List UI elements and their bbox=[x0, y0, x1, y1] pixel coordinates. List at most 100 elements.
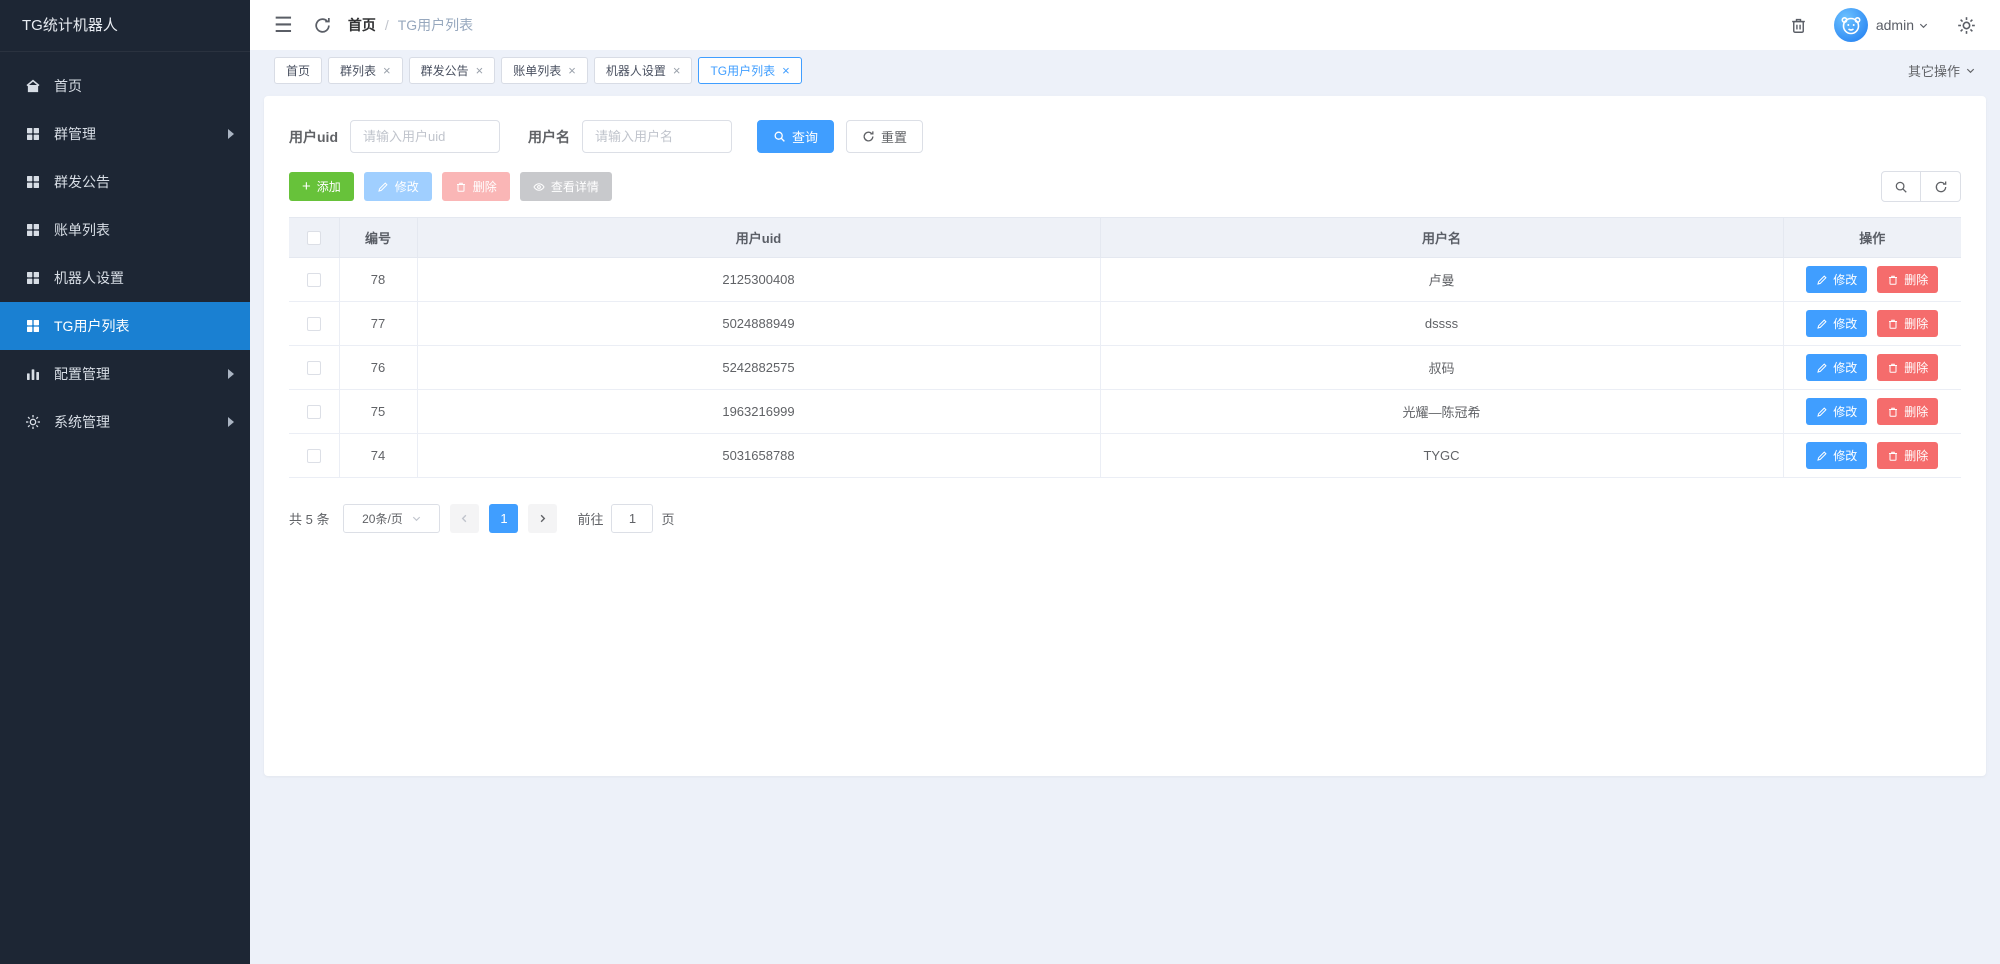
header-ops: 操作 bbox=[1783, 218, 1961, 258]
app-root: TG统计机器人 首页 群管理 群发公告 bbox=[0, 0, 2000, 964]
main-area: ☰ 首页 / TG用户列表 admin bbox=[250, 0, 2000, 964]
sidebar-item-group-manage[interactable]: 群管理 bbox=[0, 110, 250, 158]
row-edit-button[interactable]: 修改 bbox=[1806, 266, 1867, 293]
username-input[interactable] bbox=[582, 120, 732, 153]
more-actions-dropdown[interactable]: 其它操作 bbox=[1908, 61, 1976, 80]
sidebar-item-broadcast[interactable]: 群发公告 bbox=[0, 158, 250, 206]
expand-arrow-icon bbox=[228, 417, 234, 427]
row-edit-button[interactable]: 修改 bbox=[1806, 354, 1867, 381]
row-delete-button[interactable]: 删除 bbox=[1877, 354, 1938, 381]
tab-bot-settings[interactable]: 机器人设置 × bbox=[594, 57, 693, 84]
users-table: 编号 用户uid 用户名 操作 78 2125300408 卢曼 bbox=[289, 217, 1961, 478]
edit-button-disabled[interactable]: 修改 bbox=[364, 172, 432, 201]
sidebar-item-tg-users[interactable]: TG用户列表 bbox=[0, 302, 250, 350]
query-button[interactable]: 查询 bbox=[757, 120, 834, 153]
row-edit-button[interactable]: 修改 bbox=[1806, 442, 1867, 469]
header-name: 用户名 bbox=[1100, 218, 1783, 258]
top-header: ☰ 首页 / TG用户列表 admin bbox=[250, 0, 2000, 50]
row-delete-button[interactable]: 删除 bbox=[1877, 310, 1938, 337]
next-page-button[interactable] bbox=[528, 504, 557, 533]
trash-icon bbox=[455, 181, 467, 193]
tab-group-list[interactable]: 群列表 × bbox=[328, 57, 403, 84]
refresh-icon[interactable] bbox=[313, 16, 332, 35]
view-detail-button-disabled[interactable]: 查看详情 bbox=[520, 172, 612, 201]
search-icon bbox=[773, 130, 786, 143]
reset-button[interactable]: 重置 bbox=[846, 120, 923, 153]
tab-broadcast[interactable]: 群发公告 × bbox=[409, 57, 496, 84]
page-number-1[interactable]: 1 bbox=[489, 504, 518, 533]
expand-arrow-icon bbox=[228, 369, 234, 379]
grid-icon bbox=[24, 270, 41, 287]
row-checkbox[interactable] bbox=[307, 317, 321, 331]
row-checkbox[interactable] bbox=[307, 361, 321, 375]
total-count: 共 5 条 bbox=[289, 509, 329, 528]
page-size-select[interactable]: 20条/页 bbox=[343, 504, 440, 533]
cell-id: 77 bbox=[339, 302, 417, 346]
delete-button-disabled[interactable]: 删除 bbox=[442, 172, 510, 201]
row-checkbox[interactable] bbox=[307, 405, 321, 419]
close-icon[interactable]: × bbox=[673, 64, 681, 77]
pagination: 共 5 条 20条/页 1 前往 页 bbox=[289, 504, 1961, 533]
pencil-icon bbox=[1816, 318, 1828, 330]
gear-icon bbox=[24, 414, 41, 431]
cell-name: 叔码 bbox=[1100, 346, 1783, 390]
goto-page-input[interactable] bbox=[611, 504, 653, 533]
settings-gear-icon[interactable] bbox=[1957, 16, 1976, 35]
select-all-checkbox[interactable] bbox=[307, 231, 321, 245]
page-unit-label: 页 bbox=[661, 509, 674, 528]
tab-tg-users[interactable]: TG用户列表 × bbox=[698, 57, 801, 84]
uid-label: 用户uid bbox=[289, 127, 338, 147]
home-icon bbox=[24, 78, 41, 95]
row-checkbox[interactable] bbox=[307, 449, 321, 463]
close-icon[interactable]: × bbox=[568, 64, 576, 77]
table-refresh-icon[interactable] bbox=[1921, 171, 1961, 202]
header-uid: 用户uid bbox=[417, 218, 1100, 258]
pencil-icon bbox=[1816, 362, 1828, 374]
hamburger-icon[interactable]: ☰ bbox=[274, 15, 293, 36]
goto-page: 前往 页 bbox=[577, 504, 674, 533]
trash-icon[interactable] bbox=[1789, 16, 1808, 35]
plus-icon: + bbox=[302, 179, 311, 194]
sidebar-item-config-manage[interactable]: 配置管理 bbox=[0, 350, 250, 398]
table-row: 74 5031658788 TYGC 修改删除 bbox=[289, 434, 1961, 478]
content-card: 用户uid 用户名 查询 重置 bbox=[264, 96, 1986, 776]
trash-icon bbox=[1887, 274, 1899, 286]
header-id: 编号 bbox=[339, 218, 417, 258]
trash-icon bbox=[1887, 450, 1899, 462]
breadcrumb-home[interactable]: 首页 bbox=[348, 15, 376, 35]
cell-uid: 5242882575 bbox=[417, 346, 1100, 390]
chevron-down-icon bbox=[411, 513, 422, 524]
add-button[interactable]: + 添加 bbox=[289, 172, 354, 201]
cell-uid: 1963216999 bbox=[417, 390, 1100, 434]
close-icon[interactable]: × bbox=[476, 64, 484, 77]
pencil-icon bbox=[1816, 406, 1828, 418]
prev-page-button[interactable] bbox=[450, 504, 479, 533]
uid-input[interactable] bbox=[350, 120, 500, 153]
table-row: 78 2125300408 卢曼 修改删除 bbox=[289, 258, 1961, 302]
cell-name: TYGC bbox=[1100, 434, 1783, 478]
tab-bills[interactable]: 账单列表 × bbox=[501, 57, 588, 84]
sidebar-item-system-manage[interactable]: 系统管理 bbox=[0, 398, 250, 446]
table-search-icon[interactable] bbox=[1881, 171, 1921, 202]
row-edit-button[interactable]: 修改 bbox=[1806, 310, 1867, 337]
table-row: 76 5242882575 叔码 修改删除 bbox=[289, 346, 1961, 390]
table-header-row: 编号 用户uid 用户名 操作 bbox=[289, 218, 1961, 258]
user-avatar[interactable] bbox=[1834, 8, 1868, 42]
row-edit-button[interactable]: 修改 bbox=[1806, 398, 1867, 425]
row-delete-button[interactable]: 删除 bbox=[1877, 398, 1938, 425]
chevron-left-icon bbox=[459, 513, 470, 524]
sidebar-item-bot-settings[interactable]: 机器人设置 bbox=[0, 254, 250, 302]
sidebar-item-home[interactable]: 首页 bbox=[0, 62, 250, 110]
cell-uid: 5031658788 bbox=[417, 434, 1100, 478]
app-title: TG统计机器人 bbox=[0, 0, 250, 52]
cell-id: 76 bbox=[339, 346, 417, 390]
sidebar-item-bills[interactable]: 账单列表 bbox=[0, 206, 250, 254]
refresh-icon bbox=[862, 130, 875, 143]
user-menu[interactable]: admin bbox=[1876, 17, 1929, 33]
close-icon[interactable]: × bbox=[383, 64, 391, 77]
tab-home[interactable]: 首页 bbox=[274, 57, 322, 84]
close-icon[interactable]: × bbox=[782, 64, 790, 77]
row-delete-button[interactable]: 删除 bbox=[1877, 442, 1938, 469]
row-checkbox[interactable] bbox=[307, 273, 321, 287]
row-delete-button[interactable]: 删除 bbox=[1877, 266, 1938, 293]
